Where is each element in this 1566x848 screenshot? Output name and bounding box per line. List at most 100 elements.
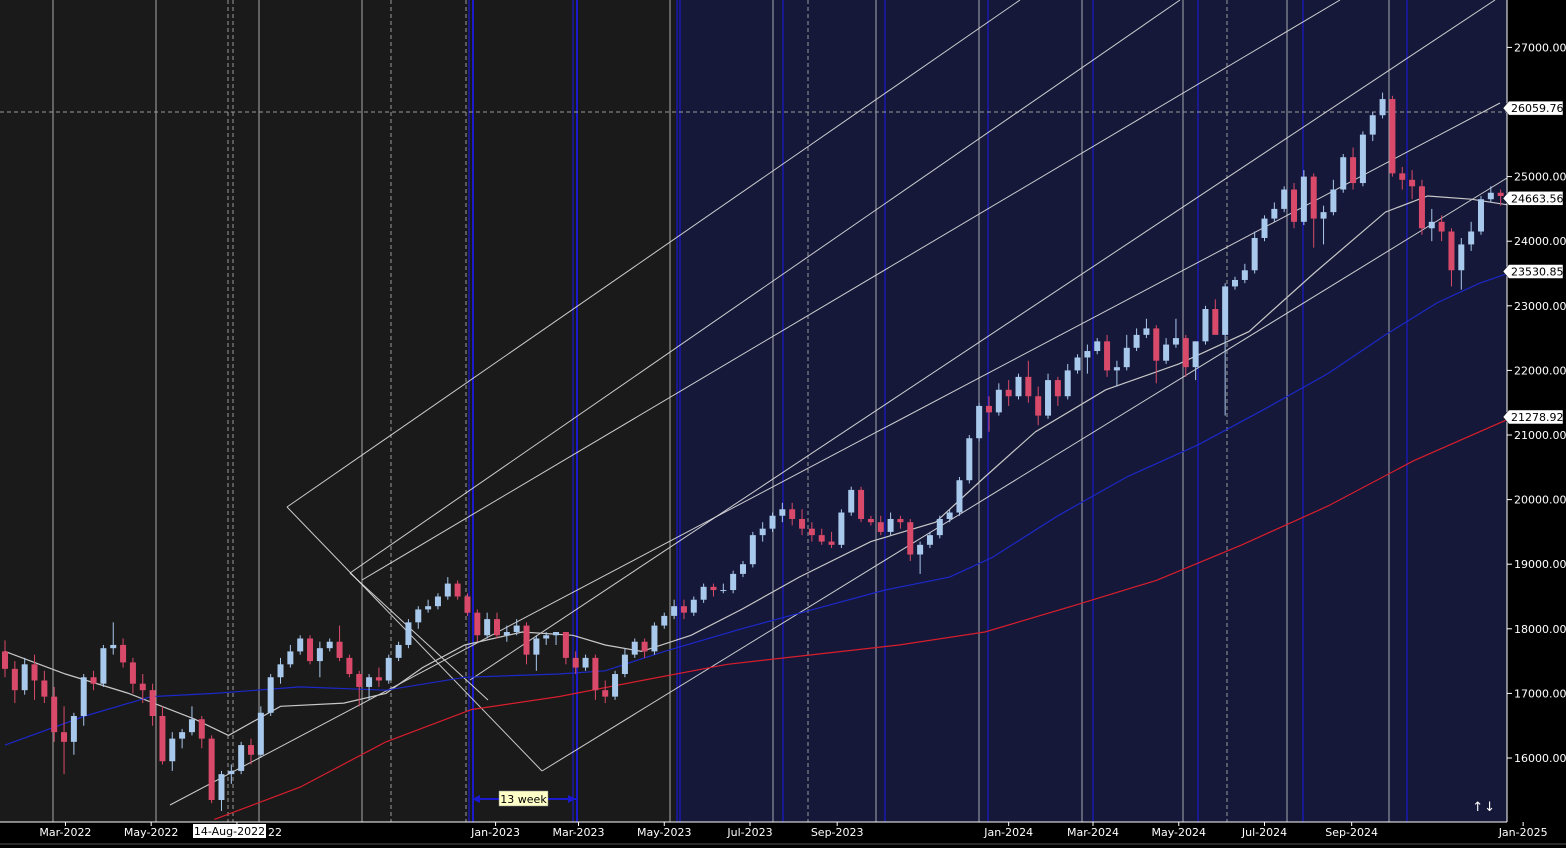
candle-body (80, 677, 87, 717)
candle-body (129, 662, 136, 684)
candle-body (1458, 244, 1465, 271)
x-axis-label-tail: 22 (268, 826, 282, 839)
candle-body (277, 664, 284, 678)
bullish-candle (257, 706, 264, 758)
candle-body (139, 683, 146, 691)
bullish-candle (838, 509, 845, 549)
price-chart[interactable]: 13 week 16000.00 17000.00 18000.00 19000.00… (0, 0, 1566, 848)
candle-body (1084, 351, 1091, 358)
x-axis-tick-label: Sep-2023 (811, 826, 864, 839)
candle-body (1251, 237, 1258, 271)
candle-body (493, 619, 500, 636)
candle-body (1497, 192, 1504, 196)
candle-body (356, 674, 363, 687)
candle-body (848, 489, 855, 513)
candle-body (523, 625, 530, 655)
candle-body (641, 641, 648, 652)
candle-body (120, 644, 127, 663)
candle-body (543, 635, 550, 639)
candle-body (179, 732, 186, 739)
candle-body (602, 690, 609, 697)
candle-body (1281, 189, 1288, 209)
bearish-candle (346, 654, 353, 678)
candle-body (651, 625, 658, 652)
candle-body (730, 573, 737, 591)
candle-body (936, 518, 943, 536)
bullish-candle (1340, 153, 1347, 193)
candle-body (11, 668, 18, 691)
candle-body (434, 596, 441, 607)
scroll-arrows-button[interactable]: ↑↓ (1472, 800, 1496, 815)
candle-body (218, 774, 225, 800)
candle-body (1202, 309, 1209, 342)
candle-body (159, 716, 166, 762)
y-axis-tick-label: 23000.00 (1514, 300, 1566, 313)
candle-body (503, 632, 510, 636)
candle-body (110, 644, 117, 649)
bullish-candle (100, 644, 107, 687)
bearish-candle (307, 635, 314, 665)
candle-body (464, 596, 471, 613)
candle-body (1163, 344, 1170, 361)
candle-body (1359, 134, 1366, 184)
bullish-candle (405, 619, 412, 649)
candle-body (1291, 189, 1298, 222)
candle-body (1477, 199, 1484, 232)
price-tag-value: 23530.85 (1511, 266, 1564, 279)
x-axis-tick-label: Jan-2024 (983, 826, 1033, 839)
candle-body (1222, 286, 1229, 335)
candle-body (858, 489, 865, 519)
candle-body (1468, 231, 1475, 245)
candle-body (1104, 341, 1111, 371)
bullish-candle (1015, 373, 1022, 400)
shaded-forecast-region (677, 0, 1507, 822)
candle-body (1428, 221, 1435, 229)
candle-body (1310, 176, 1317, 219)
candle-body (1094, 341, 1101, 352)
candle-body (307, 638, 314, 662)
candle-body (710, 586, 717, 591)
bearish-candle (858, 486, 865, 523)
x-axis-tick-label: Mar-2024 (1067, 826, 1119, 839)
candle-body (247, 745, 254, 755)
candle-body (425, 606, 432, 610)
y-axis-tick-label: 25000.00 (1514, 171, 1566, 184)
candle-body (789, 509, 796, 519)
candle-body (612, 674, 619, 697)
candle-body (1054, 380, 1061, 397)
candle-body (287, 651, 294, 665)
candle-body (51, 696, 58, 733)
y-axis-tick-label: 17000.00 (1514, 687, 1566, 700)
y-axis-tick-label: 19000.00 (1514, 558, 1566, 571)
x-axis-tick-label: Mar-2023 (553, 826, 605, 839)
bullish-candle (730, 570, 737, 594)
candle-body (1271, 208, 1278, 219)
bearish-candle (208, 735, 215, 804)
candle-body (700, 586, 707, 600)
candle-body (454, 583, 461, 597)
bearish-candle (1389, 95, 1396, 177)
bullish-candle (238, 741, 245, 775)
candle-body (336, 641, 343, 658)
x-axis-tick-label: Mar-2022 (39, 826, 91, 839)
candle-body (41, 680, 48, 697)
candle-body (1133, 334, 1140, 348)
candle-body (385, 657, 392, 681)
candle-body (956, 480, 963, 513)
candle-body (1212, 309, 1219, 335)
candle-body (966, 438, 973, 481)
candle-body (1340, 157, 1347, 190)
price-tag-value: 26059.76 (1511, 102, 1564, 115)
x-axis-tick-label: Jan-2023 (470, 826, 520, 839)
candle-body (887, 518, 894, 532)
price-tag-value: 24663.56 (1511, 192, 1564, 205)
bullish-candle (848, 486, 855, 516)
candle-body (690, 599, 697, 613)
candle-body (1350, 157, 1357, 184)
candle-body (415, 609, 422, 623)
candle-body (877, 522, 884, 532)
x-axis-tick-label: Jul-2023 (726, 826, 772, 839)
candle-body (188, 719, 195, 733)
candle-body (90, 677, 97, 684)
candle-body (1369, 115, 1376, 135)
